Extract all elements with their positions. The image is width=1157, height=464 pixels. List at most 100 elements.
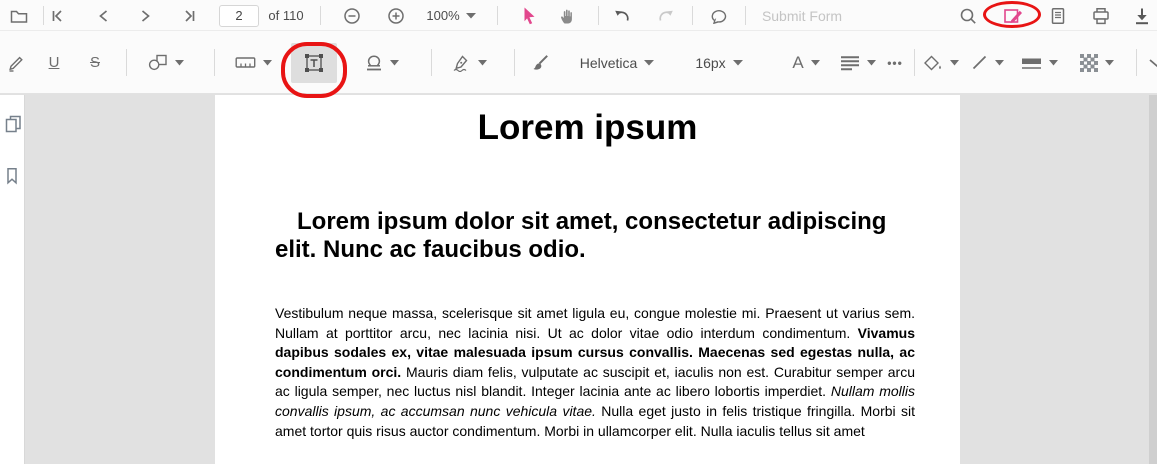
free-text-tool-button[interactable] [291,43,337,83]
separator [320,6,321,25]
previous-page-button[interactable] [84,0,122,31]
separator [745,6,746,25]
search-button[interactable] [949,0,987,31]
chevron-down-icon [644,60,654,66]
page-count: of 110 [264,0,308,31]
vertical-scrollbar[interactable] [1149,95,1157,464]
chevron-down-icon [466,13,476,19]
select-tool-button[interactable] [509,0,547,31]
undo-icon [613,9,631,23]
zoom-out-button[interactable] [333,0,371,31]
edit-annotate-button[interactable] [994,0,1032,31]
pen-icon [7,54,25,72]
shapes-icon [148,54,168,71]
signature-tool-dropdown[interactable] [442,31,496,94]
thickness-icon [1021,56,1042,70]
separator [514,49,515,76]
panel-toggle-button[interactable] [4,0,34,31]
page-number-input[interactable] [219,5,259,27]
opacity-dropdown[interactable] [1074,31,1120,94]
chevron-down-icon [1049,60,1058,66]
line-icon [971,54,988,71]
ruler-icon [235,55,256,70]
folder-icon [10,8,28,24]
last-page-icon [182,8,198,24]
font-family-dropdown[interactable]: Helvetica [574,31,660,94]
edit-annotation-icon [1003,7,1023,25]
zoom-in-button[interactable] [377,0,415,31]
collapse-toolbar-button[interactable] [1144,31,1157,94]
redo-icon [657,9,675,23]
fill-bucket-icon [923,54,943,72]
last-page-button[interactable] [171,0,209,31]
first-page-icon [49,8,65,24]
zoom-level-dropdown[interactable]: 100% [420,0,482,31]
more-text-options-button[interactable]: ••• [882,31,908,94]
chevron-down-icon [1148,58,1157,68]
measure-tool-dropdown[interactable] [226,31,280,94]
separator [497,6,498,25]
undo-button[interactable] [603,0,641,31]
comments-button[interactable] [701,0,739,31]
chevron-down-icon [950,60,959,66]
brush-icon [531,54,549,72]
underline-button[interactable]: U [38,31,70,94]
strikethrough-button[interactable]: S [79,31,111,94]
download-button[interactable] [1125,0,1157,31]
separator [431,49,432,76]
align-left-icon [840,55,860,71]
chevron-down-icon [478,60,487,66]
chevron-down-icon [390,60,399,66]
font-size-dropdown[interactable]: 16px [691,31,747,94]
document-paragraph: Vestibulum neque massa, scelerisque sit … [275,304,915,441]
chevron-right-icon [139,8,153,24]
next-page-button[interactable] [127,0,165,31]
stamp-icon [365,54,383,72]
separator [598,6,599,25]
separator [126,49,127,76]
bookmark-icon [4,167,22,185]
chevron-left-icon [96,8,110,24]
stamp-tool-dropdown[interactable] [356,31,408,94]
submit-form-button[interactable]: Submit Form [756,0,848,31]
chevron-down-icon [995,60,1004,66]
fill-color-dropdown[interactable] [920,31,962,94]
pan-tool-button[interactable] [548,0,586,31]
zoom-level-value: 100% [426,8,459,23]
ellipsis-icon: ••• [887,56,903,70]
separator [214,49,215,76]
comment-bubble-icon [711,8,729,24]
left-sidebar [0,95,25,464]
strikethrough-label: S [90,54,100,71]
thumbnails-icon [4,115,22,133]
bookmarks-button[interactable] [4,167,22,185]
font-size-value: 16px [695,55,725,71]
annotation-toolbar: U S [0,31,1157,94]
stroke-style-dropdown[interactable] [966,31,1008,94]
freehand-brush-button[interactable] [522,31,558,94]
notes-document-icon [1050,7,1066,25]
text-color-dropdown[interactable]: A [786,31,826,94]
notes-panel-button[interactable] [1039,0,1077,31]
first-page-button[interactable] [38,0,76,31]
document-heading: Lorem ipsum dolor sit amet, consectetur … [275,208,915,264]
zoom-out-icon [343,7,361,25]
chevron-down-icon [811,60,820,66]
shapes-tool-dropdown[interactable] [140,31,192,94]
hand-icon [559,7,576,25]
cursor-icon [520,6,537,25]
text-align-dropdown[interactable] [836,31,880,94]
chevron-down-icon [867,60,876,66]
print-button[interactable] [1082,0,1120,31]
underline-label: U [49,54,60,71]
top-toolbar: of 110 100% [0,0,1157,31]
stroke-thickness-dropdown[interactable] [1016,31,1062,94]
pdf-page[interactable]: Lorem ipsum Lorem ipsum dolor sit amet, … [215,95,960,464]
page-count-label: of 110 [268,8,303,23]
redo-button[interactable] [647,0,685,31]
separator [1136,49,1137,76]
highlight-pen-button[interactable] [0,31,32,94]
submit-form-label: Submit Form [762,8,842,24]
free-text-icon [303,52,325,74]
page-thumbnails-button[interactable] [4,115,22,133]
